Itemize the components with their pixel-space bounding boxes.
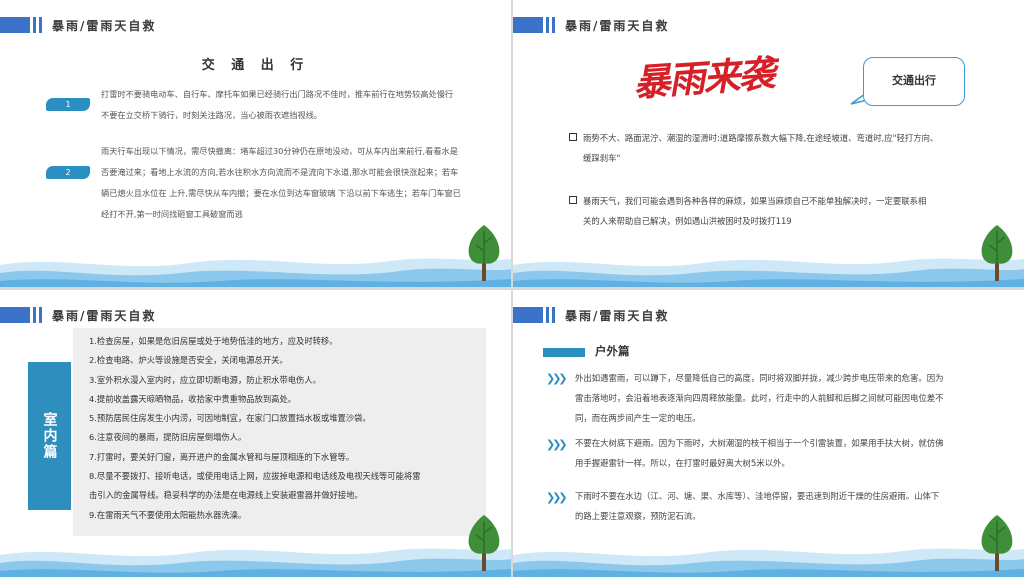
header-accent-line <box>552 307 555 323</box>
slide-header: 暴雨/雷雨天自救 <box>0 306 156 324</box>
header-accent-line <box>39 307 42 323</box>
outdoor-item-2-text: 不要在大树底下避雨。因为下雨时，大树潮湿的枝干相当于一个引雷装置，如果用手扶大树… <box>575 433 1003 473</box>
text-line: 用手握避雷针一样。所以，在打雷时最好离大树5米以外。 <box>575 458 790 468</box>
indoor-tips-list: 1.检查房屋，如果是危旧房屋或处于地势低洼的地方，应及时转移。 2.检查电路、炉… <box>89 332 479 525</box>
list-item: 5.预防居民住房发生小内涝，可因地制宜，在家门口放置挡水板或堆置沙袋。 <box>89 413 371 424</box>
tree-icon <box>981 515 1013 571</box>
number-badge-2: 2 <box>46 166 90 179</box>
traffic-item-1-text: 打雷时不要骑电动车、自行车、摩托车如果已经骑行出门路况不佳时，推车前行在地势较高… <box>101 84 476 126</box>
outdoor-item-1-text: 外出如遇雷雨，可以蹲下，尽量降低自己的高度，同时将双脚并拢，减少跨步电压带来的危… <box>575 368 1003 428</box>
header-accent-bar <box>0 17 30 33</box>
tree-icon <box>981 225 1013 281</box>
traffic-item-2-text: 雨天行车出现以下情况，需尽快撤离：堵车超过30分钟仍在原地没动，可从车内出来前行… <box>101 141 476 225</box>
header-title: 暴雨/雷雨天自救 <box>565 308 670 323</box>
text-line: 雨天行车出现以下情况，需尽快撤离：堵车超过30分钟仍在原地没动，可从车内出来前行… <box>101 146 458 156</box>
slide-header: 暴雨/雷雨天自救 <box>513 306 669 324</box>
text-line: 辆已熄火且水位在 上升,需尽快从车内撤；要在水位到达车窗玻璃 下沿以前下车逃生；… <box>101 188 461 198</box>
chevron-right-icon: ❯❯❯ <box>546 438 568 451</box>
bullet-item-2: 暴雨天气，我们可能会遇到各种各样的麻烦，如果当麻烦自己不能单独解决时，一定要联系… <box>569 191 989 231</box>
list-item: 6.注意夜间的暴雨，提防旧房屋倒塌伤人。 <box>89 432 247 443</box>
text-line: 雷击落地时，会沿着地表逐渐向四周释放能量。此时，行走中的人前脚和后脚之间就可能因… <box>575 393 944 403</box>
header-title: 暴雨/雷雨天自救 <box>52 18 157 33</box>
slide-rainstorm-coming[interactable]: 暴雨/雷雨天自救 暴雨来袭 交通出行 雨势不大、路面泥泞、潮湿的湿滑时:道路摩擦… <box>513 0 1024 287</box>
header-accent-line <box>33 17 36 33</box>
wave-decoration <box>0 548 511 577</box>
text-line: 雨势不大、路面泥泞、潮湿的湿滑时:道路摩擦系数大幅下降,在途经坡道、弯道时,应"… <box>583 133 939 143</box>
square-bullet-icon <box>569 133 577 141</box>
list-item: 击引入的金属导线。稳妥科学的办法是在电源线上安装避雷器并做好接地。 <box>89 490 363 501</box>
list-item: 4.提前收盖露天晾晒物品，收拾家中贵重物品放到高处。 <box>89 393 297 404</box>
callout-box: 交通出行 <box>863 57 965 106</box>
bullet-item-1: 雨势不大、路面泥泞、潮湿的湿滑时:道路摩擦系数大幅下降,在途经坡道、弯道时,应"… <box>569 128 989 168</box>
header-accent-bar <box>0 307 30 323</box>
text-line: 打雷时不要骑电动车、自行车、摩托车如果已经骑行出门路况不佳时，推车前行在地势较高… <box>101 89 454 99</box>
number-badge-1: 1 <box>46 98 90 111</box>
rainstorm-logo: 暴雨来袭 <box>631 51 775 105</box>
text-line: 不要在大树底下避雨。因为下雨时，大树潮湿的枝干相当于一个引雷装置，如果用手扶大树… <box>575 438 944 448</box>
list-item: 2.检查电路、炉火等设施是否安全，关闭电源总开关。 <box>89 355 288 366</box>
slide-title: 交 通 出 行 <box>201 58 310 73</box>
wave-decoration <box>513 258 1024 287</box>
text-line: 暴雨天气，我们可能会遇到各种各样的麻烦，如果当麻烦自己不能单独解决时，一定要联系… <box>583 196 927 206</box>
list-item: 7.打雷时，要关好门窗，离开进户的金属水管和与屋顶相连的下水管等。 <box>89 451 355 462</box>
header-accent-bar <box>513 17 543 33</box>
header-title: 暴雨/雷雨天自救 <box>565 18 670 33</box>
slide-indoor[interactable]: 暴雨/雷雨天自救 室内篇 1.检查房屋，如果是危旧房屋或处于地势低洼的地方，应及… <box>0 290 511 577</box>
list-item: 1.检查房屋，如果是危旧房屋或处于地势低洼的地方，应及时转移。 <box>89 336 338 346</box>
bullet-text: 雨势不大、路面泥泞、潮湿的湿滑时:道路摩擦系数大幅下降,在途经坡道、弯道时,应"… <box>583 128 938 168</box>
list-item: 9.在雷雨天气不要使用太阳能热水器洗澡。 <box>89 509 247 520</box>
text-line: 下雨时不要在水边（江、河、塘、渠、水库等）、洼地停留，要迅速到附近干燥的住房避雨… <box>575 491 940 501</box>
tree-icon <box>468 225 500 281</box>
header-accent-line <box>546 307 549 323</box>
header-accent-bar <box>513 307 543 323</box>
text-line: 外出如遇雷雨，可以蹲下，尽量降低自己的高度，同时将双脚并拢，减少跨步电压带来的危… <box>575 373 944 383</box>
slide-grid: 暴雨/雷雨天自救 交 通 出 行 1 打雷时不要骑电动车、自行车、摩托车如果已经… <box>0 0 1024 577</box>
header-accent-line <box>552 17 555 33</box>
header-accent-line <box>33 307 36 323</box>
slide-header: 暴雨/雷雨天自救 <box>0 16 156 34</box>
slide-traffic-travel[interactable]: 暴雨/雷雨天自救 交 通 出 行 1 打雷时不要骑电动车、自行车、摩托车如果已经… <box>0 0 511 287</box>
section-title: 户外篇 <box>595 344 630 358</box>
chevron-right-icon: ❯❯❯ <box>546 372 568 385</box>
bullet-text: 暴雨天气，我们可能会遇到各种各样的麻烦，如果当麻烦自己不能单独解决时，一定要联系… <box>583 191 926 231</box>
text-line: 缓踩刹车" <box>583 153 621 163</box>
section-title-bar <box>543 348 585 357</box>
text-line: 否要淹过来；看地上水流的方向,若水往积水方向流而不是流向下水道,那水可能会很快涨… <box>101 167 459 177</box>
text-line: 不要在立交桥下骑行，时刻关注路况，当心被雨衣遮挡视线。 <box>101 110 323 120</box>
slide-outdoor[interactable]: 暴雨/雷雨天自救 户外篇 ❯❯❯ 外出如遇雷雨，可以蹲下，尽量降低自己的高度，同… <box>513 290 1024 577</box>
text-line: 经打不开,第一时间找砸窗工具破窗而逃 <box>101 209 243 219</box>
text-line: 关的人来帮助自己解决，例如遇山洪被困时及时拨打119 <box>583 216 792 226</box>
text-line: 的路上要注意观察，预防泥石流。 <box>575 511 701 521</box>
wave-decoration <box>513 548 1024 577</box>
text-line: 同，而在两步间产生一定的电压。 <box>575 413 701 423</box>
header-accent-line <box>39 17 42 33</box>
outdoor-item-3-text: 下雨时不要在水边（江、河、塘、渠、水库等）、洼地停留，要迅速到附近干燥的住房避雨… <box>575 486 1003 526</box>
wave-decoration <box>0 258 511 287</box>
chevron-right-icon: ❯❯❯ <box>546 491 568 504</box>
indoor-section-tab: 室内篇 <box>28 362 71 510</box>
header-accent-line <box>546 17 549 33</box>
list-item: 3.室外积水漫入室内时，应立即切断电源，防止积水带电伤人。 <box>89 374 321 385</box>
list-item: 8.尽量不要拨打、接听电话，或使用电话上网，应拔掉电源和电话线及电视天线等可能将… <box>89 471 421 482</box>
slide-header: 暴雨/雷雨天自救 <box>513 16 669 34</box>
square-bullet-icon <box>569 196 577 204</box>
header-title: 暴雨/雷雨天自救 <box>52 308 157 323</box>
tree-icon <box>468 515 500 571</box>
